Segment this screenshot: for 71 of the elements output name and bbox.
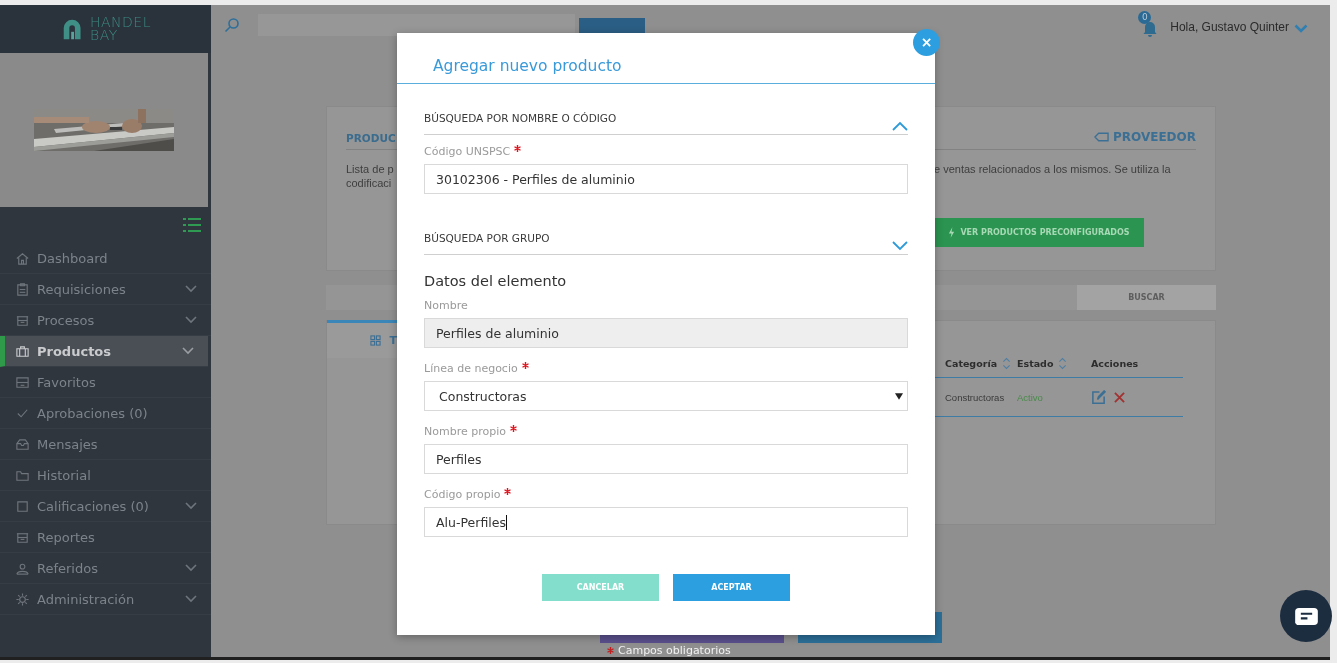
- sidebar-item[interactable]: Referidos: [0, 553, 211, 584]
- supplier-link[interactable]: PROVEEDOR: [1094, 130, 1196, 144]
- briefcase-icon: [15, 343, 30, 359]
- input-field: Perfiles de aluminio: [424, 318, 908, 348]
- field-label: Código UNSPSC: [424, 145, 511, 159]
- sidebar-item[interactable]: Aprobaciones (0): [0, 398, 211, 429]
- preconfigured-button[interactable]: VER PRODUCTOS PRECONFIGURADOS: [934, 218, 1144, 247]
- required-note: Campos obligatorios: [618, 644, 731, 657]
- description-text: e ventas relacionados a los mismos. Se utiliza la: [934, 162, 1171, 176]
- input-field[interactable]: Perfiles: [424, 444, 908, 474]
- asterisk-icon: [607, 647, 614, 654]
- close-button[interactable]: ×: [913, 29, 940, 56]
- table-cell-text: Constructoras: [944, 391, 1006, 403]
- column-header: Acciones: [1091, 357, 1139, 369]
- sort-icon[interactable]: [1002, 356, 1012, 370]
- description-text: Lista de p: [346, 162, 395, 176]
- sidebar-item[interactable]: Historial: [0, 460, 211, 491]
- section-heading: Datos del elemento: [424, 272, 568, 291]
- sidebar-item[interactable]: Reportes: [0, 522, 211, 553]
- home-icon: [15, 250, 30, 266]
- chat-icon: [1294, 607, 1318, 625]
- input-field[interactable]: Alu-Perfiles: [424, 507, 908, 537]
- section-header[interactable]: BÚSQUEDA POR GRUPO: [424, 232, 908, 255]
- menu-icon[interactable]: [183, 217, 201, 233]
- asterisk-icon: [509, 425, 517, 432]
- envelope-icon: [15, 436, 30, 452]
- notification-badge: 0: [1138, 10, 1152, 24]
- column-header: Categoría: [945, 357, 998, 369]
- accept-button[interactable]: ACEPTAR: [673, 574, 790, 601]
- sort-icon[interactable]: [1058, 356, 1068, 370]
- field-label: Nombre propio: [424, 425, 506, 439]
- chat-button[interactable]: [1280, 590, 1332, 642]
- search-icon[interactable]: [224, 16, 240, 33]
- grid-icon: [370, 335, 382, 346]
- search-button[interactable]: BUSCAR: [1077, 285, 1216, 310]
- sidebar-item[interactable]: Administración: [0, 584, 211, 615]
- status-text: Activo: [1017, 391, 1044, 403]
- caret-icon: [895, 392, 903, 400]
- column-header: Estado: [1017, 357, 1054, 369]
- lightning-icon: [948, 227, 956, 238]
- tag-icon: [1094, 132, 1109, 142]
- asterisk-icon: [521, 362, 529, 369]
- field-label: Nombre: [424, 299, 468, 313]
- tab[interactable]: T: [327, 320, 397, 358]
- delete-icon[interactable]: [1114, 391, 1125, 403]
- edit-icon[interactable]: [1091, 389, 1106, 405]
- clipboard-icon: [15, 281, 30, 297]
- asterisk-icon: [514, 145, 522, 152]
- sidebar-item[interactable]: Dashboard: [0, 243, 211, 274]
- square-icon: [15, 498, 30, 514]
- logo-text: HANDEL: [90, 16, 151, 29]
- description-text: codificaci: [346, 176, 393, 190]
- chevron-icon[interactable]: [1294, 24, 1308, 33]
- sidebar-item[interactable]: Requisiciones: [0, 274, 211, 305]
- card-title: PRODUC: [346, 132, 397, 144]
- user-menu[interactable]: Hola, Gustavo Quinter: [1170, 19, 1289, 34]
- select-field[interactable]: Constructoras: [424, 381, 908, 411]
- field-label: Línea de negocio: [424, 362, 518, 376]
- sidebar-item[interactable]: Mensajes: [0, 429, 211, 460]
- sidebar-item[interactable]: Productos: [0, 336, 208, 367]
- logo-text: BAY: [90, 29, 119, 42]
- asterisk-icon: [504, 488, 512, 495]
- section-header[interactable]: BÚSQUEDA POR NOMBRE O CÓDIGO: [424, 112, 908, 135]
- drawer-icon: [15, 374, 30, 390]
- dialog-title: Agregar nuevo producto: [433, 57, 622, 75]
- input-field[interactable]: 30102306 - Perfiles de aluminio: [424, 164, 908, 194]
- field-label: Código propio: [424, 488, 501, 502]
- sidebar-item[interactable]: Favoritos: [0, 367, 211, 398]
- search-field[interactable]: [258, 13, 575, 36]
- sidebar-item[interactable]: Calificaciones (0): [0, 491, 211, 522]
- gear-icon: [15, 591, 30, 607]
